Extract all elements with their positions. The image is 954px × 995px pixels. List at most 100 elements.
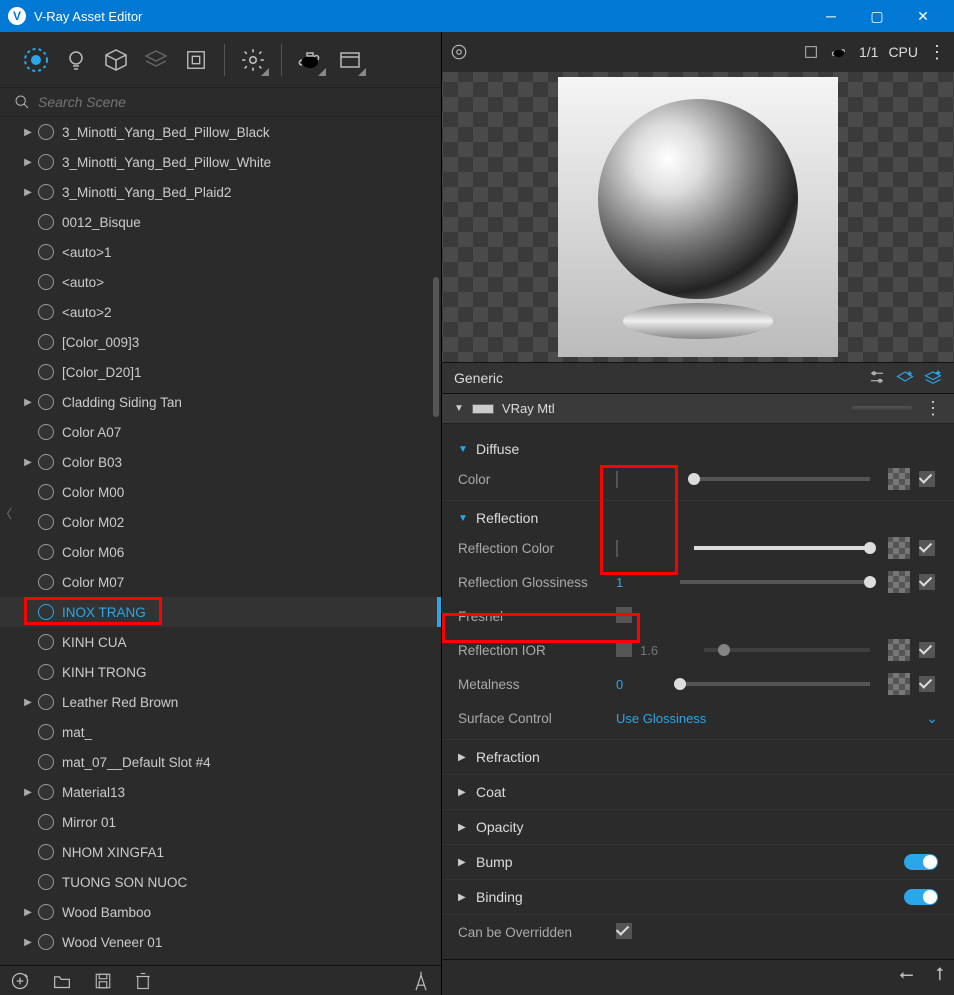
- reflection-ior-slider[interactable]: [704, 648, 870, 652]
- reflection-ior-texture-enable[interactable]: [916, 639, 938, 661]
- group-refraction-header[interactable]: ▶Refraction: [458, 744, 938, 770]
- diffuse-texture-enable[interactable]: [916, 468, 938, 490]
- group-binding-header[interactable]: ▶Binding: [458, 884, 938, 910]
- layers-tab-icon[interactable]: [138, 42, 174, 78]
- tree-item[interactable]: ▶TUONG SON NUOC: [0, 867, 441, 897]
- tree-item[interactable]: ▶[Color_D20]1: [0, 357, 441, 387]
- materials-tab-icon[interactable]: [18, 42, 54, 78]
- environment-icon[interactable]: [450, 43, 468, 61]
- reflection-color-slider[interactable]: [694, 546, 870, 550]
- frame-size-icon[interactable]: [803, 44, 819, 60]
- minimize-button[interactable]: ─: [808, 0, 854, 32]
- teapot-small-icon[interactable]: [829, 44, 849, 60]
- metalness-value[interactable]: 0: [616, 677, 668, 692]
- diffuse-color-slider[interactable]: [694, 477, 870, 481]
- group-diffuse-header[interactable]: ▼ Diffuse: [458, 436, 938, 462]
- tree-item[interactable]: ▶mat_: [0, 717, 441, 747]
- tree-item[interactable]: ▶Color M02: [0, 507, 441, 537]
- tree-item[interactable]: ▶Wood Bamboo: [0, 897, 441, 927]
- preview-menu-icon[interactable]: ⋮: [928, 42, 946, 63]
- reflection-gloss-value[interactable]: 1: [616, 575, 668, 590]
- fresnel-checkbox[interactable]: [616, 607, 632, 626]
- expand-icon[interactable]: ▶: [22, 787, 34, 798]
- tree-item[interactable]: ▶<auto>: [0, 267, 441, 297]
- tree-item[interactable]: ▶KINH TRONG: [0, 657, 441, 687]
- diffuse-color-swatch[interactable]: [616, 471, 618, 488]
- tree-item[interactable]: ▶Leather Red Brown: [0, 687, 441, 717]
- bump-toggle[interactable]: [904, 854, 938, 870]
- diffuse-texture-button[interactable]: [888, 468, 910, 490]
- material-menu-icon[interactable]: ⋮: [924, 398, 942, 419]
- group-bump-header[interactable]: ▶Bump: [458, 849, 938, 875]
- reflection-texture-enable[interactable]: [916, 537, 938, 559]
- metalness-texture-button[interactable]: [888, 673, 910, 695]
- expand-icon[interactable]: ▶: [22, 157, 34, 168]
- tree-item[interactable]: ▶3_Minotti_Yang_Bed_Pillow_Black: [0, 117, 441, 147]
- tree-item[interactable]: ▶3_Minotti_Yang_Bed_Plaid2: [0, 177, 441, 207]
- tree-item[interactable]: ▶Wood Veneer 01: [0, 927, 441, 957]
- settings-icon[interactable]: [235, 42, 271, 78]
- reflection-ior-texture-button[interactable]: [888, 639, 910, 661]
- group-opacity-header[interactable]: ▶Opacity: [458, 814, 938, 840]
- surface-control-dropdown[interactable]: Use Glossiness: [616, 711, 926, 726]
- tree-item[interactable]: ▶Color M00: [0, 477, 441, 507]
- up-icon[interactable]: ⭡: [936, 964, 944, 985]
- tree-item[interactable]: ▶[Color_009]3: [0, 327, 441, 357]
- tree-item[interactable]: ▶Material13: [0, 777, 441, 807]
- textures-tab-icon[interactable]: [178, 42, 214, 78]
- lights-tab-icon[interactable]: [58, 42, 94, 78]
- tree-item[interactable]: ▶<auto>2: [0, 297, 441, 327]
- save-icon[interactable]: [94, 972, 112, 990]
- material-collapse-icon[interactable]: ▼: [454, 403, 464, 414]
- reflection-gloss-slider[interactable]: [680, 580, 870, 584]
- expand-icon[interactable]: ▶: [22, 937, 34, 948]
- tree-item[interactable]: ▶0012_Bisque: [0, 207, 441, 237]
- binding-toggle[interactable]: [904, 889, 938, 905]
- expand-icon[interactable]: ▶: [22, 457, 34, 468]
- frame-buffer-icon[interactable]: [332, 42, 368, 78]
- preview-engine[interactable]: CPU: [888, 44, 918, 60]
- tree-item[interactable]: ▶NHOM XINGFA1: [0, 837, 441, 867]
- expand-icon[interactable]: ▶: [22, 187, 34, 198]
- geometry-tab-icon[interactable]: [98, 42, 134, 78]
- tree-item[interactable]: ▶mat_07__Default Slot #4: [0, 747, 441, 777]
- tree-item[interactable]: ▶Color B03: [0, 447, 441, 477]
- reflection-ior-value[interactable]: 1.6: [640, 643, 692, 658]
- open-folder-icon[interactable]: [52, 972, 72, 990]
- reflection-gloss-texture-enable[interactable]: [916, 571, 938, 593]
- purge-icon[interactable]: [411, 970, 431, 992]
- add-layer-icon[interactable]: [896, 369, 914, 387]
- back-icon[interactable]: ⭠: [899, 964, 913, 985]
- reflection-texture-button[interactable]: [888, 537, 910, 559]
- tree-item[interactable]: ▶Color A07: [0, 417, 441, 447]
- material-header[interactable]: ▼ VRay Mtl ⋮: [442, 394, 954, 424]
- override-checkbox[interactable]: [616, 923, 632, 942]
- reflection-ior-lock[interactable]: [616, 641, 640, 660]
- expand-icon[interactable]: ▶: [22, 907, 34, 918]
- tree-item[interactable]: ▶Cladding Siding Tan: [0, 387, 441, 417]
- tree-item[interactable]: ▶INOX TRANG: [0, 597, 441, 627]
- add-stack-icon[interactable]: [924, 369, 942, 387]
- tree-item[interactable]: ▶Mirror 01: [0, 807, 441, 837]
- group-reflection-header[interactable]: ▼ Reflection: [458, 505, 938, 531]
- preview-ratio[interactable]: 1/1: [859, 44, 878, 60]
- material-drag-handle[interactable]: [852, 406, 912, 412]
- metalness-texture-enable[interactable]: [916, 673, 938, 695]
- tree-item[interactable]: ▶3_Minotti_Yang_Bed_Pillow_White: [0, 147, 441, 177]
- metalness-slider[interactable]: [680, 682, 870, 686]
- material-tree[interactable]: ▶3_Minotti_Yang_Bed_Pillow_Black▶3_Minot…: [0, 117, 441, 965]
- search-input[interactable]: [38, 94, 427, 110]
- sliders-icon[interactable]: [868, 369, 886, 385]
- close-button[interactable]: ✕: [900, 0, 946, 32]
- expand-icon[interactable]: ▶: [22, 127, 34, 138]
- reflection-gloss-texture-button[interactable]: [888, 571, 910, 593]
- tree-item[interactable]: ▶Color M07: [0, 567, 441, 597]
- tree-item[interactable]: ▶<auto>1: [0, 237, 441, 267]
- teapot-render-icon[interactable]: [292, 42, 328, 78]
- reflection-color-swatch[interactable]: [616, 540, 618, 557]
- tree-item[interactable]: ▶KINH CUA: [0, 627, 441, 657]
- tree-item[interactable]: ▶Color M06: [0, 537, 441, 567]
- add-material-icon[interactable]: [10, 971, 30, 991]
- expand-icon[interactable]: ▶: [22, 397, 34, 408]
- group-coat-header[interactable]: ▶Coat: [458, 779, 938, 805]
